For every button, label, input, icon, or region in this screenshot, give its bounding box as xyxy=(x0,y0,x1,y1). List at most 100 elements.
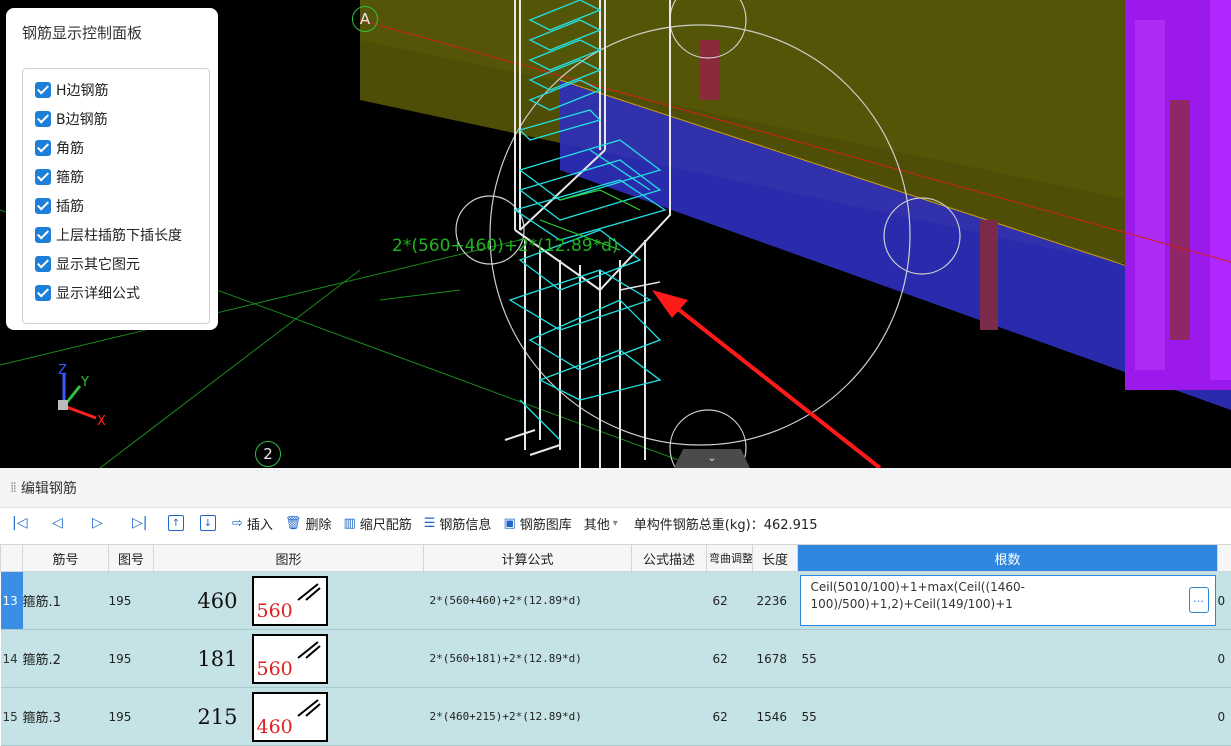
shape-dim-a: 181 xyxy=(194,647,238,671)
panel-title: 钢筋显示控制面板 xyxy=(22,22,142,43)
edit-rebar-panel: ⁞⁞ 编辑钢筋 |◁ ◁ ▷ ▷| ↑ ↓ ⇨插入 🗑删除 ▥缩尺配筋 ☰钢筋信… xyxy=(0,468,1231,735)
count[interactable]: 55 xyxy=(798,688,1218,746)
row-number: 15 xyxy=(1,688,23,746)
axis-label-2: 2 xyxy=(255,441,281,467)
table-row[interactable]: 13 箍筋.1 195 460 560 2*(560+460)+2*(12.89… xyxy=(1,572,1231,630)
rebar-name[interactable]: 箍筋.2 xyxy=(23,630,109,688)
length[interactable]: 2236 xyxy=(753,572,798,630)
insert-icon: ⇨ xyxy=(232,516,243,531)
checkbox-icon[interactable] xyxy=(35,140,51,156)
bend-adjust[interactable]: 62 xyxy=(707,688,753,746)
extra-cell: 0 xyxy=(1218,630,1231,688)
rebar-info-button[interactable]: ☰钢筋信息 xyxy=(424,514,492,533)
table-row[interactable]: 15 箍筋.3 195 215 460 2*(460+215)+2*(12.89… xyxy=(1,688,1231,746)
option-corner-rebar[interactable]: 角筋 xyxy=(35,137,84,159)
shape-dim-b: 560 xyxy=(257,600,293,622)
count-cell[interactable]: Ceil(5010/100)+1+max(Ceil((1460-100)/500… xyxy=(798,572,1218,630)
move-up-button[interactable]: ↑ xyxy=(168,515,184,531)
rebar-library-button[interactable]: ▣钢筋图库 xyxy=(503,514,571,533)
prev-record-button[interactable]: ◁ xyxy=(48,515,88,531)
figure-no[interactable]: 195 xyxy=(109,688,154,746)
shape-dim-b: 460 xyxy=(257,716,293,738)
option-h-side-rebar[interactable]: H边钢筋 xyxy=(35,79,109,101)
figure-no[interactable]: 195 xyxy=(109,572,154,630)
stirrup-shape-icon: 560 xyxy=(252,634,328,684)
first-record-button[interactable]: |◁ xyxy=(8,515,48,531)
shape-cell[interactable]: 460 560 xyxy=(154,572,424,630)
count-formula-input[interactable]: Ceil(5010/100)+1+max(Ceil((1460-100)/500… xyxy=(800,575,1216,626)
shape-dim-a: 215 xyxy=(194,705,238,729)
other-dropdown[interactable]: 其他▾ xyxy=(584,514,618,533)
col-figure-no[interactable]: 图号 xyxy=(109,545,154,572)
shape-cell[interactable]: 181 560 xyxy=(154,630,424,688)
stirrup-shape-icon: 560 xyxy=(252,576,328,626)
scale-rebar-button[interactable]: ▥缩尺配筋 xyxy=(343,514,411,533)
figure-no[interactable]: 195 xyxy=(109,630,154,688)
option-show-detailed-formula[interactable]: 显示详细公式 xyxy=(35,282,140,304)
collapse-panel-tab[interactable]: ⌄ xyxy=(674,449,750,468)
axis-gizmo: Z Y X xyxy=(54,362,114,426)
rebar-display-control-panel: 钢筋显示控制面板 H边钢筋 B边钢筋 角筋 箍筋 插筋 上层柱插筋下插长度 显示… xyxy=(6,8,218,330)
col-formula-desc[interactable]: 公式描述 xyxy=(632,545,707,572)
shape-dim-a: 460 xyxy=(194,589,238,613)
col-shape[interactable]: 图形 xyxy=(154,545,424,572)
count[interactable]: 55 xyxy=(798,630,1218,688)
editor-toolbar: |◁ ◁ ▷ ▷| ↑ ↓ ⇨插入 🗑删除 ▥缩尺配筋 ☰钢筋信息 ▣钢筋图库 … xyxy=(0,508,1231,538)
col-length[interactable]: 长度 xyxy=(753,545,798,572)
ruler-icon: ▥ xyxy=(343,516,355,531)
formula-desc[interactable] xyxy=(632,572,707,630)
length[interactable]: 1546 xyxy=(753,688,798,746)
stirrup-formula-overlay: 2*(560+460)+2*(12.89*d) xyxy=(392,236,619,256)
insert-button[interactable]: ⇨插入 xyxy=(232,514,273,533)
calc-formula[interactable]: 2*(560+181)+2*(12.89*d) xyxy=(424,630,632,688)
calc-formula[interactable]: 2*(560+460)+2*(12.89*d) xyxy=(424,572,632,630)
axis-label-a: A xyxy=(352,6,378,32)
drag-grip-icon[interactable]: ⁞⁞ xyxy=(10,480,15,496)
col-count[interactable]: 根数 xyxy=(798,545,1218,572)
formula-desc[interactable] xyxy=(632,688,707,746)
bend-adjust[interactable]: 62 xyxy=(707,630,753,688)
checkbox-icon[interactable] xyxy=(35,256,51,272)
panel-options: H边钢筋 B边钢筋 角筋 箍筋 插筋 上层柱插筋下插长度 显示其它图元 显示详细… xyxy=(22,68,210,324)
col-formula[interactable]: 计算公式 xyxy=(424,545,632,572)
more-options-button[interactable]: … xyxy=(1189,587,1209,613)
rebar-name[interactable]: 箍筋.1 xyxy=(23,572,109,630)
option-dowel[interactable]: 插筋 xyxy=(35,195,84,217)
last-record-button[interactable]: ▷| xyxy=(128,515,168,531)
chevron-down-icon: ⌄ xyxy=(707,451,716,464)
option-upper-dowel-length[interactable]: 上层柱插筋下插长度 xyxy=(35,224,182,246)
rebar-name[interactable]: 箍筋.3 xyxy=(23,688,109,746)
option-stirrup[interactable]: 箍筋 xyxy=(35,166,84,188)
editor-title: 编辑钢筋 xyxy=(21,478,77,498)
checkbox-icon[interactable] xyxy=(35,82,51,98)
table-row[interactable]: 14 箍筋.2 195 181 560 2*(560+181)+2*(12.89… xyxy=(1,630,1231,688)
checkbox-icon[interactable] xyxy=(35,111,51,127)
option-show-other-elements[interactable]: 显示其它图元 xyxy=(35,253,140,275)
move-down-button[interactable]: ↓ xyxy=(200,515,216,531)
shape-cell[interactable]: 215 460 xyxy=(154,688,424,746)
formula-desc[interactable] xyxy=(632,630,707,688)
option-b-side-rebar[interactable]: B边钢筋 xyxy=(35,108,108,130)
checkbox-icon[interactable] xyxy=(35,227,51,243)
length[interactable]: 1678 xyxy=(753,630,798,688)
shape-dim-b: 560 xyxy=(257,658,293,680)
extra-cell: 0 xyxy=(1218,688,1231,746)
next-record-button[interactable]: ▷ xyxy=(88,515,128,531)
bend-adjust[interactable]: 62 xyxy=(707,572,753,630)
stirrup-shape-icon: 460 xyxy=(252,692,328,742)
delete-button[interactable]: 🗑删除 xyxy=(285,514,332,533)
checkbox-icon[interactable] xyxy=(35,198,51,214)
gizmo-y: Y xyxy=(80,375,89,390)
checkbox-icon[interactable] xyxy=(35,285,51,301)
col-bend-adjust[interactable]: 弯曲调整 xyxy=(707,545,753,572)
3d-viewport[interactable]: A 2 2*(560+460)+2*(12.89*d) Z Y X 钢筋显示控制… xyxy=(0,0,1231,468)
dropdown-arrow-icon: ▾ xyxy=(613,518,618,529)
row-number: 13 xyxy=(1,572,23,630)
info-list-icon: ☰ xyxy=(424,516,436,531)
col-rebar-no[interactable]: 筋号 xyxy=(23,545,109,572)
row-number: 14 xyxy=(1,630,23,688)
extra-cell: 0 xyxy=(1218,572,1231,630)
checkbox-icon[interactable] xyxy=(35,169,51,185)
calc-formula[interactable]: 2*(460+215)+2*(12.89*d) xyxy=(424,688,632,746)
library-icon: ▣ xyxy=(503,516,515,531)
